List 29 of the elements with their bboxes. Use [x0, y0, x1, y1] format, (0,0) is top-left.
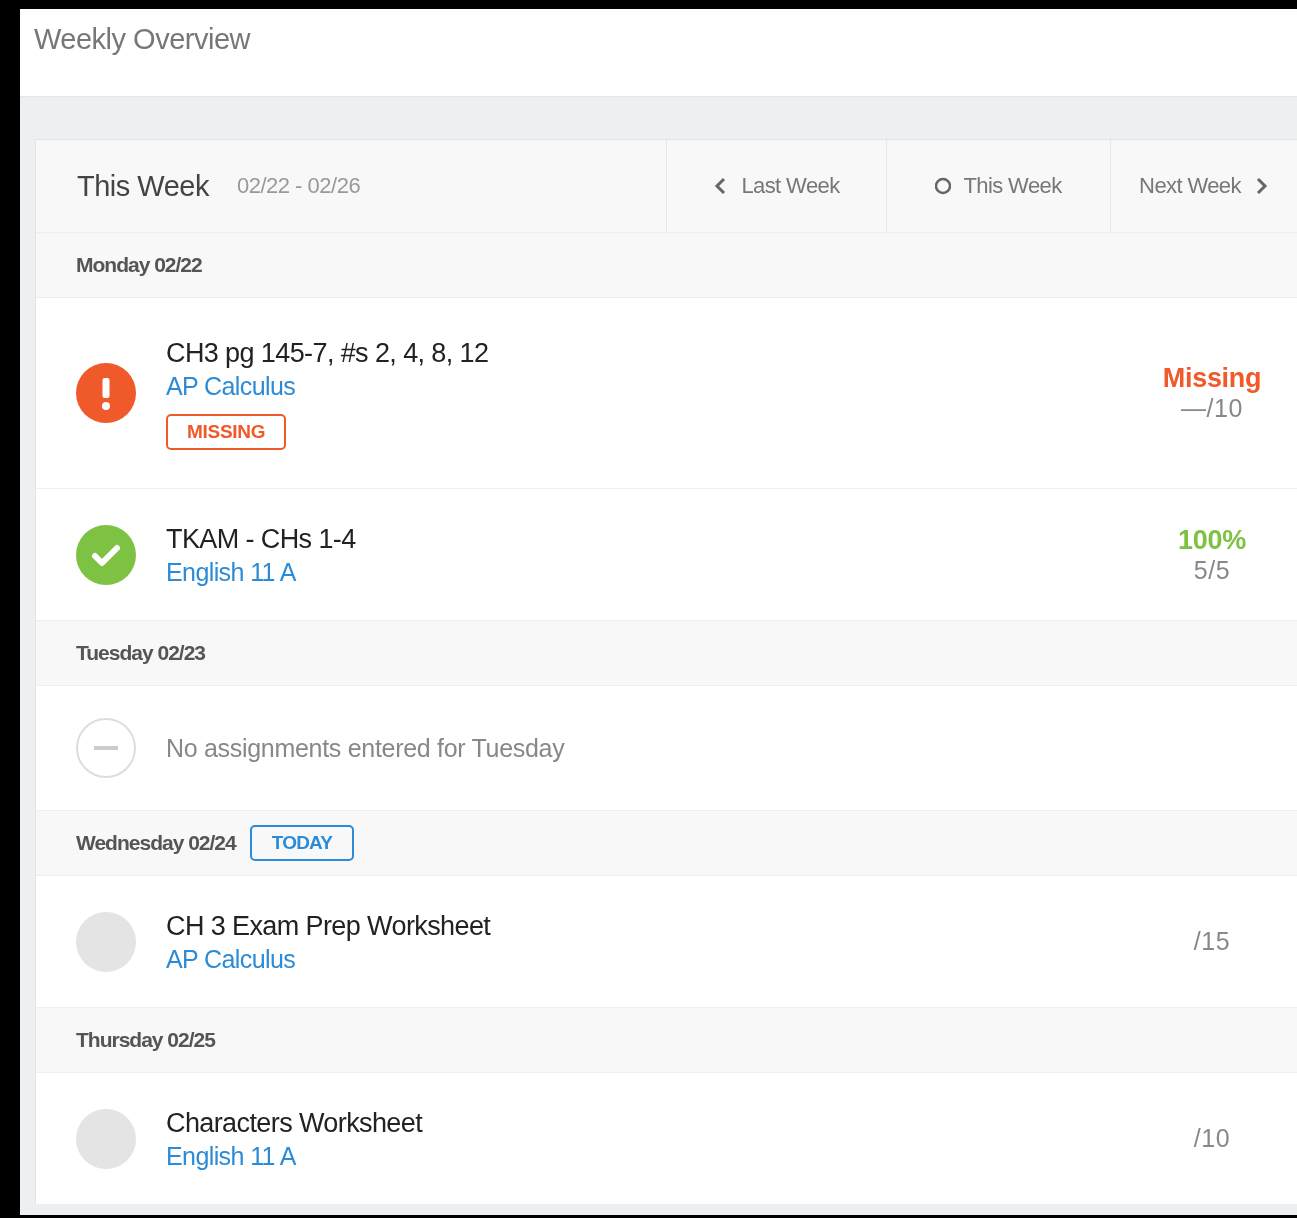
course-link[interactable]: AP Calculus — [166, 370, 296, 402]
score-text: /15 — [1193, 927, 1231, 956]
missing-tag: MISSING — [166, 414, 287, 450]
day-heading: Wednesday 02/24 — [76, 831, 236, 855]
day-heading: Monday 02/22 — [76, 253, 202, 277]
score-text: 5/5 — [1193, 555, 1231, 585]
grade-text: 100% — [1178, 524, 1246, 556]
assignment-title[interactable]: CH3 pg 145-7, #s 2, 4, 8, 12 — [166, 336, 489, 370]
score-text: —/10 — [1181, 394, 1243, 423]
status-circle-icon — [76, 1108, 136, 1169]
assignment-title[interactable]: Characters Worksheet — [166, 1105, 423, 1140]
day-heading: Tuesday 02/23 — [76, 641, 206, 665]
status-circle-icon — [76, 911, 136, 972]
course-link[interactable]: English 11 A — [166, 1139, 296, 1172]
alert-icon — [76, 363, 136, 423]
empty-message: No assignments entered for Tuesday — [166, 733, 565, 763]
check-icon — [76, 524, 136, 585]
dash-circle-icon — [76, 718, 136, 778]
date-range: 02/22 - 02/26 — [236, 173, 361, 199]
today-badge: TODAY — [249, 825, 355, 861]
grade-text: Missing — [1162, 363, 1262, 394]
course-link[interactable]: English 11 A — [166, 555, 296, 588]
week-title: This Week — [77, 169, 209, 203]
score-text: /10 — [1193, 1124, 1231, 1153]
page-title: Weekly Overview — [34, 23, 250, 55]
course-link[interactable]: AP Calculus — [166, 942, 296, 975]
day-heading: Thursday 02/25 — [76, 1028, 215, 1052]
assignment-title[interactable]: TKAM - CHs 1-4 — [166, 521, 356, 556]
assignment-title[interactable]: CH 3 Exam Prep Worksheet — [166, 908, 491, 943]
